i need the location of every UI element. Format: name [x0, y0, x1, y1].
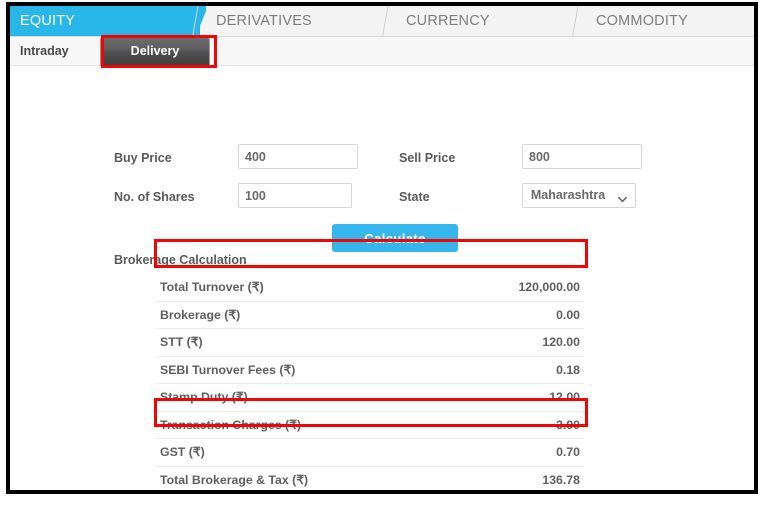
state-select-value: Maharashtra: [530, 188, 606, 202]
subtab-delivery[interactable]: Delivery: [100, 36, 210, 66]
brokerage-calculation-table: Total Turnover (₹) 120,000.00 Brokerage (₹…: [156, 274, 584, 491]
table-row: Transaction Charges (₹) 3.90: [156, 412, 584, 439]
chevron-down-icon: [618, 191, 627, 203]
main-tab-bar: EQUITY DERIVATIVES CURRENCY COMMODITY: [10, 6, 754, 37]
form-row-prices: Buy Price Sell Price: [10, 144, 754, 174]
tab-derivatives[interactable]: DERIVATIVES: [206, 6, 394, 36]
row-value: 3.90: [556, 417, 580, 432]
tab-commodity[interactable]: COMMODITY: [586, 6, 754, 36]
table-row: STT (₹) 120.00: [156, 329, 584, 357]
row-label: Total Turnover (₹): [160, 280, 264, 294]
sub-tab-bar: Intraday Delivery: [10, 36, 754, 66]
buy-price-input[interactable]: [238, 144, 358, 169]
brokerage-calculation-title: Brokerage Calculation: [114, 253, 247, 267]
subtab-intraday[interactable]: Intraday: [20, 37, 69, 65]
no-of-shares-input[interactable]: [238, 183, 352, 208]
no-of-shares-label: No. of Shares: [114, 190, 195, 204]
state-select[interactable]: Maharashtra: [522, 183, 636, 208]
table-row: Stamp Duty (₹) 12.00: [156, 384, 584, 412]
sell-price-label: Sell Price: [399, 151, 456, 165]
state-label: State: [399, 190, 430, 204]
table-row: Total Brokerage & Tax (₹) 136.78: [156, 467, 584, 491]
row-label: SEBI Turnover Fees (₹): [160, 362, 296, 377]
calculator-body: Buy Price Sell Price No. of Shares State…: [10, 66, 754, 491]
row-value: 136.78: [542, 472, 580, 487]
table-row: Total Turnover (₹) 120,000.00: [156, 274, 584, 302]
table-row: Brokerage (₹) 0.00: [156, 302, 584, 329]
row-value: 0.00: [556, 307, 580, 322]
tab-currency[interactable]: CURRENCY: [396, 6, 584, 36]
row-label: Brokerage (₹): [160, 307, 241, 322]
tab-equity[interactable]: EQUITY: [10, 6, 200, 36]
row-value: 12.00: [549, 390, 580, 404]
row-value: 120,000.00: [518, 280, 580, 294]
app-window-frame: EQUITY DERIVATIVES CURRENCY COMMODITY In…: [6, 2, 758, 494]
calculate-button[interactable]: Calculate: [332, 224, 458, 252]
row-value: 0.70: [556, 445, 580, 459]
row-label: STT (₹): [160, 335, 203, 349]
row-label: Transaction Charges (₹): [160, 417, 302, 432]
table-row: SEBI Turnover Fees (₹) 0.18: [156, 357, 584, 384]
row-value: 0.18: [556, 362, 580, 377]
form-row-shares-state: No. of Shares State Maharashtra: [10, 183, 754, 213]
table-row: GST (₹) 0.70: [156, 439, 584, 467]
row-value: 120.00: [542, 335, 580, 349]
sell-price-input[interactable]: [522, 144, 642, 169]
buy-price-label: Buy Price: [114, 151, 172, 165]
row-label: GST (₹): [160, 445, 205, 459]
row-label: Stamp Duty (₹): [160, 390, 248, 404]
row-label: Total Brokerage & Tax (₹): [160, 472, 309, 487]
